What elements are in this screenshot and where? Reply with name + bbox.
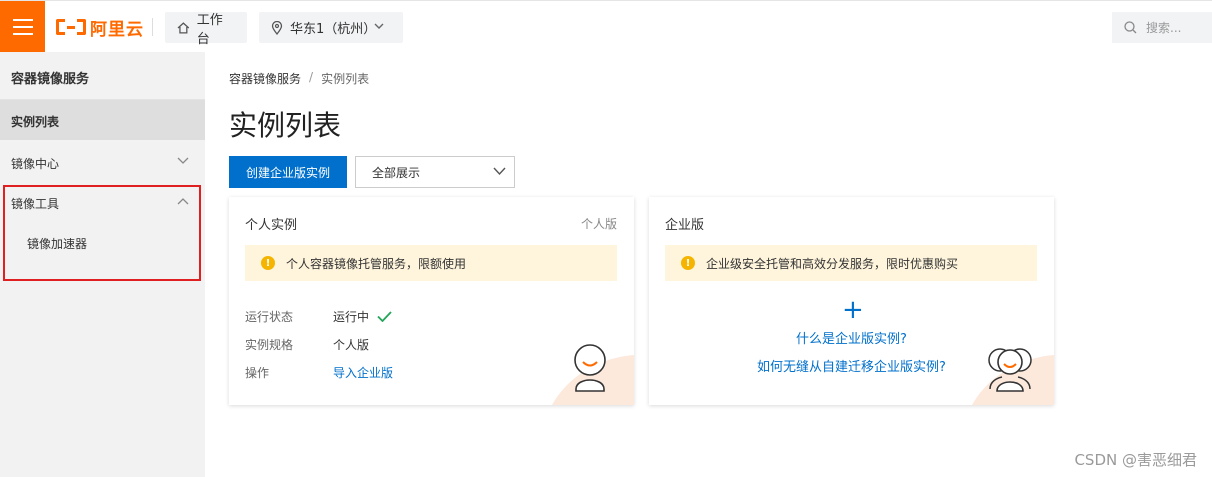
brand-name: 阿里云 — [90, 19, 144, 40]
chevron-down-icon — [493, 167, 506, 176]
sidebar: 容器镜像服务 实例列表 镜像中心 镜像工具 镜像加速器 — [0, 52, 205, 477]
sidebar-item-image-tools[interactable]: 镜像工具 — [0, 182, 205, 222]
sidebar-item-label: 实例列表 — [11, 115, 60, 129]
chevron-down-icon — [374, 23, 384, 29]
search-input[interactable]: 搜索... — [1112, 12, 1212, 43]
main-content: 容器镜像服务 / 实例列表 实例列表 创建企业版实例 全部展示 个人实例 个人版… — [205, 52, 1212, 477]
status-key: 运行状态 — [245, 310, 294, 324]
notice-text: 企业级安全托管和高效分发服务，限时优惠购买 — [706, 256, 959, 271]
filter-value: 全部展示 — [372, 165, 421, 180]
card-title: 企业版 — [665, 218, 705, 233]
notice-banner: ! 企业级安全托管和高效分发服务，限时优惠购买 — [665, 245, 1037, 281]
workbench-label: 工作台 — [196, 12, 223, 47]
notice-banner: ! 个人容器镜像托管服务，限额使用 — [245, 245, 617, 281]
breadcrumb-current: 实例列表 — [321, 72, 370, 86]
sidebar-item-label: 镜像工具 — [11, 197, 60, 211]
divider — [152, 18, 153, 36]
watermark: CSDN @害恶细君 — [1074, 451, 1197, 469]
chevron-down-icon — [177, 157, 189, 164]
home-icon — [177, 21, 190, 34]
aliyun-logo[interactable]: 阿里云 — [56, 15, 144, 40]
breadcrumb: 容器镜像服务 / 实例列表 — [229, 70, 369, 87]
region-selector[interactable]: 华东1（杭州） — [259, 12, 403, 43]
sidebar-item-image-center[interactable]: 镜像中心 — [0, 142, 205, 182]
warning-icon: ! — [681, 256, 695, 270]
enterprise-card: 企业版 ! 企业级安全托管和高效分发服务，限时优惠购买 + 什么是企业版实例? … — [649, 197, 1054, 405]
action-row: 操作 导入企业版 — [245, 364, 393, 381]
action-key: 操作 — [245, 366, 270, 380]
notice-text: 个人容器镜像托管服务，限额使用 — [286, 256, 467, 271]
spec-value: 个人版 — [333, 338, 370, 352]
search-icon — [1124, 21, 1137, 34]
page-title: 实例列表 — [229, 109, 342, 142]
breadcrumb-root[interactable]: 容器镜像服务 — [229, 70, 301, 87]
sidebar-title: 容器镜像服务 — [0, 52, 205, 100]
sidebar-item-image-accelerator[interactable]: 镜像加速器 — [0, 222, 205, 262]
breadcrumb-separator: / — [309, 70, 314, 84]
workbench-button[interactable]: 工作台 — [165, 12, 247, 47]
location-pin-icon — [271, 20, 283, 35]
status-row: 运行状态 运行中 — [245, 308, 392, 325]
team-avatar-illustration — [972, 348, 1054, 405]
chevron-up-icon — [177, 198, 189, 205]
check-icon — [377, 311, 392, 322]
create-enterprise-instance-button[interactable]: 创建企业版实例 — [229, 156, 347, 188]
spec-row: 实例规格 个人版 — [245, 336, 369, 353]
import-enterprise-link[interactable]: 导入企业版 — [333, 364, 393, 381]
edition-tag: 个人版 — [580, 217, 617, 231]
top-bar: 阿里云 工作台 华东1（杭州） 搜索... — [0, 0, 1212, 53]
aliyun-logo-icon — [56, 18, 86, 36]
user-avatar-illustration — [552, 344, 634, 405]
search-placeholder: 搜索... — [1146, 21, 1182, 35]
status-value: 运行中 — [333, 310, 370, 324]
sidebar-item-instance-list[interactable]: 实例列表 — [0, 100, 205, 140]
personal-instance-card: 个人实例 个人版 ! 个人容器镜像托管服务，限额使用 运行状态 运行中 实例规格… — [229, 197, 634, 405]
sidebar-item-label: 镜像加速器 — [27, 237, 88, 251]
menu-icon[interactable] — [0, 1, 45, 53]
spec-key: 实例规格 — [245, 338, 294, 352]
add-icon[interactable]: + — [842, 297, 864, 323]
card-title: 个人实例 — [245, 218, 298, 233]
sidebar-item-label: 镜像中心 — [11, 157, 60, 171]
warning-icon: ! — [261, 256, 275, 270]
region-label: 华东1（杭州） — [290, 22, 377, 37]
instance-filter-select[interactable]: 全部展示 — [355, 156, 515, 188]
